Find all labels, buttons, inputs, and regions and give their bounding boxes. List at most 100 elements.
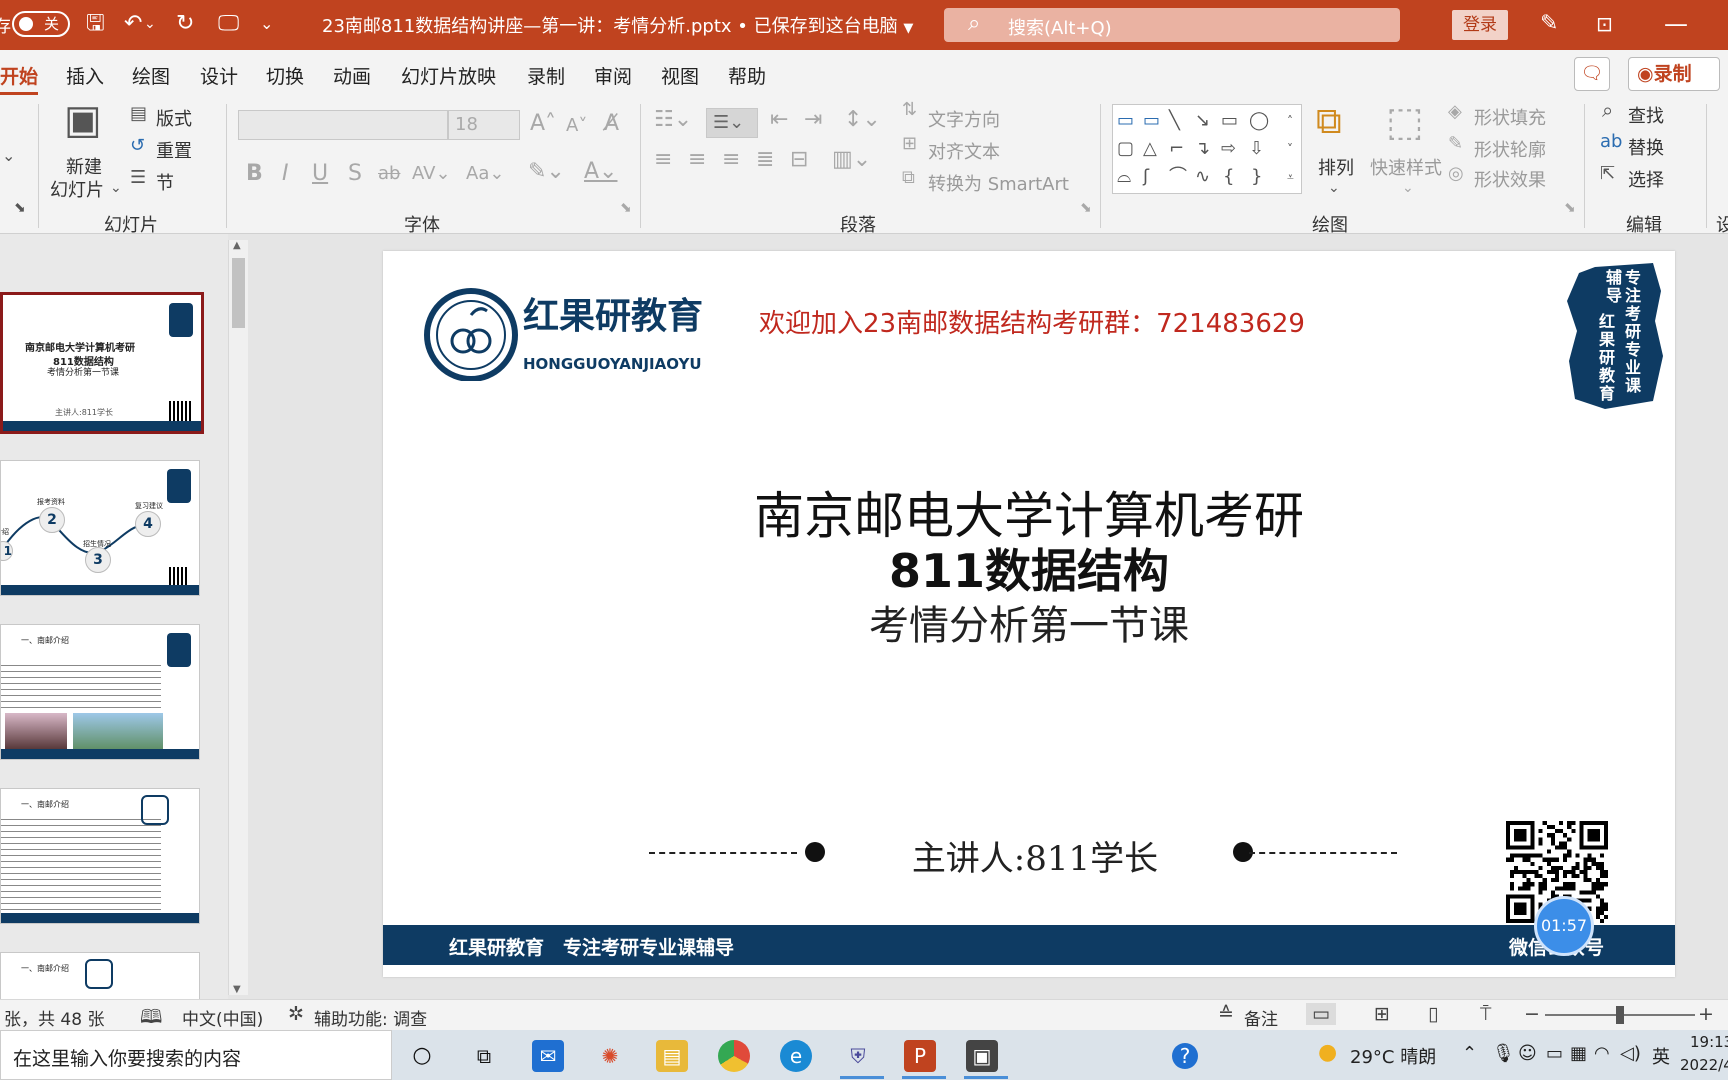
gallery-up-icon[interactable]: ˄ (1287, 109, 1293, 133)
scribble-icon[interactable]: ʃ (1143, 165, 1149, 189)
tab-slideshow[interactable]: 幻灯片放映 (401, 62, 496, 89)
font-size-dropdown[interactable]: 18 (448, 110, 520, 140)
recording-timer[interactable]: 01:57 (1534, 896, 1594, 956)
line-spacing-icon[interactable]: ↕⌄ (844, 108, 881, 132)
italic-icon[interactable]: I (282, 162, 289, 186)
record-button[interactable]: ◉录制 (1628, 57, 1720, 91)
ribbon-display-icon[interactable]: ⊡ (1596, 10, 1613, 38)
customize-toolbar-icon[interactable]: ⌄ (260, 10, 273, 38)
new-slide-dropdown-icon[interactable]: ⌄ (110, 176, 122, 200)
accessibility-status[interactable]: 辅助功能: 调查 (314, 1005, 427, 1030)
scrollbar-thumb[interactable] (232, 258, 245, 328)
align-right-icon[interactable]: ≡ (722, 148, 740, 172)
thumbnails-scrollbar[interactable]: ▲ ▼ (228, 240, 248, 995)
char-spacing-icon[interactable]: AV⌄ (412, 162, 451, 186)
weather-text[interactable]: 29°C 晴朗 (1350, 1043, 1436, 1069)
clear-formatting-icon[interactable]: A̸ (604, 112, 619, 136)
taskbar-search[interactable]: 在这里输入你要搜索的内容 (0, 1030, 392, 1080)
select-button[interactable]: 选择 (1628, 166, 1664, 192)
slide-thumbnail-1[interactable]: 南京邮电大学计算机考研 811数据结构 考情分析第一节课 主讲人:811学长 (0, 292, 204, 434)
reading-view-icon[interactable]: ▯ (1428, 1003, 1438, 1025)
arc-icon[interactable]: ⌒ (1169, 165, 1187, 189)
bullets-icon[interactable]: ☷⌄ (654, 108, 692, 132)
login-button[interactable]: 登录 (1452, 10, 1508, 40)
undo-dropdown-icon[interactable]: ⌄ (144, 10, 156, 38)
section-button[interactable]: 节 (156, 169, 174, 195)
volume-icon[interactable]: ◁) (1620, 1043, 1641, 1064)
app-tray-icon[interactable]: ▦ (1570, 1043, 1587, 1064)
zoom-slider-knob[interactable] (1616, 1006, 1624, 1024)
shapes-gallery[interactable]: ▭ ▭ ╲ ↘ ▭ ◯ ▢ △ ⌐ ↴ ⇨ ⇩ ⌓ ʃ ⌒ ∿ { } ˄ ˅ … (1112, 104, 1302, 194)
slide-sorter-icon[interactable]: ⊞ (1374, 1003, 1390, 1025)
arrow-line-icon[interactable]: ↘ (1195, 109, 1210, 133)
shape-effects-button[interactable]: 形状效果 (1474, 166, 1546, 192)
gallery-more-icon[interactable]: ⩡ (1287, 165, 1294, 189)
arrange-dropdown-icon[interactable]: ⌄ (1328, 176, 1340, 200)
text-direction-button[interactable]: 文字方向 (928, 106, 1000, 132)
vertical-textbox-icon[interactable]: ▭ (1143, 109, 1160, 133)
right-brace-icon[interactable]: } (1251, 165, 1262, 189)
slide-thumbnail-4[interactable]: 一、南邮介绍 (0, 788, 200, 924)
left-brace-icon[interactable]: { (1223, 165, 1234, 189)
line-icon[interactable]: ╲ (1169, 109, 1180, 133)
tab-review[interactable]: 审阅 (594, 62, 632, 89)
notes-button[interactable]: 备注 (1244, 1005, 1278, 1030)
increase-font-icon[interactable]: A˄ (530, 112, 556, 136)
increase-indent-icon[interactable]: ⇥ (804, 108, 822, 132)
shape-fill-button[interactable]: 形状填充 (1474, 104, 1546, 130)
network-icon[interactable]: ◠ (1594, 1043, 1610, 1064)
present-icon[interactable]: 🖵 (218, 10, 239, 38)
task-view-icon[interactable]: ⧉ (468, 1040, 500, 1072)
tab-insert[interactable]: 插入 (66, 62, 104, 89)
edge-icon[interactable]: e (780, 1040, 812, 1072)
find-button[interactable]: 查找 (1628, 102, 1664, 128)
oval-icon[interactable]: ◯ (1249, 109, 1269, 133)
pen-icon[interactable]: ✎ (1540, 10, 1558, 38)
align-text-button[interactable]: 对齐文本 (928, 138, 1000, 164)
freeform-icon[interactable]: ⌓ (1117, 165, 1131, 189)
cortana-icon[interactable]: ○ (406, 1040, 438, 1072)
tray-overflow-icon[interactable]: ⌃ (1462, 1043, 1477, 1064)
shadow-icon[interactable]: S (348, 162, 362, 186)
triangle-icon[interactable]: △ (1143, 137, 1157, 161)
zoom-in-icon[interactable]: + (1698, 1003, 1714, 1025)
slide-thumbnails-pane[interactable]: 南京邮电大学计算机考研 811数据结构 考情分析第一节课 主讲人:811学长 2… (0, 234, 228, 999)
language-indicator[interactable]: 中文(中国) (182, 1005, 263, 1030)
underline-icon[interactable]: U (312, 162, 328, 186)
slide-thumbnail-3[interactable]: 一、南邮介绍 (0, 624, 200, 760)
new-slide-button-line2[interactable]: 幻灯片 (50, 176, 104, 202)
font-color-icon[interactable]: A⌄ (584, 160, 617, 184)
minimize-icon[interactable]: — (1664, 10, 1688, 38)
tab-record[interactable]: 录制 (527, 62, 565, 89)
gallery-down-icon[interactable]: ˅ (1287, 137, 1293, 161)
justify-icon[interactable]: ≣ (756, 148, 774, 172)
normal-view-icon[interactable]: ▭ (1306, 1003, 1336, 1025)
help-icon[interactable]: ? (1172, 1043, 1198, 1069)
document-title[interactable]: 23南邮811数据结构讲座—第一讲：考情分析.pptx • 已保存到这台电脑 ▼ (322, 12, 913, 38)
distribute-icon[interactable]: ⊟ (790, 148, 808, 172)
slide-thumbnail-2[interactable]: 2 3 4 1 报考资料 招生情况 复习建议 介绍 (0, 460, 200, 596)
powerpoint-icon[interactable]: P (904, 1040, 936, 1072)
clock-time[interactable]: 19:13 (1690, 1033, 1728, 1051)
search-box[interactable]: ⌕ 搜索(Alt+Q) (944, 8, 1400, 42)
numbering-icon[interactable]: ☰⌄ (706, 108, 758, 138)
align-left-icon[interactable]: ≡ (654, 148, 672, 172)
elbow-connector-icon[interactable]: ⌐ (1169, 137, 1184, 161)
highlight-icon[interactable]: ✎⌄ (528, 160, 565, 184)
paragraph-launcher-icon[interactable]: ⬊ (1080, 196, 1092, 220)
slide-thumbnail-5[interactable]: 一、南邮介绍 (0, 952, 200, 999)
layout-button[interactable]: 版式 (156, 105, 192, 131)
replace-button[interactable]: 替换 (1628, 134, 1664, 160)
tab-design[interactable]: 设计 (200, 62, 238, 89)
slide-canvas[interactable]: 红果研教育 HONGGUOYANJIAOYU 欢迎加入23南邮数据结构考研群：7… (383, 251, 1675, 977)
rounded-rect-icon[interactable]: ▢ (1117, 137, 1134, 161)
file-explorer-icon[interactable]: ▤ (656, 1040, 688, 1072)
autosave-toggle[interactable]: 关 (12, 11, 70, 37)
scroll-down-icon[interactable]: ▼ (233, 984, 241, 995)
rectangle-icon[interactable]: ▭ (1221, 109, 1238, 133)
chrome-icon[interactable] (718, 1040, 750, 1072)
tab-help[interactable]: 帮助 (728, 62, 766, 89)
tab-transitions[interactable]: 切换 (266, 62, 304, 89)
clock-date[interactable]: 2022/4 (1680, 1056, 1728, 1074)
drawing-launcher-icon[interactable]: ⬊ (1564, 196, 1576, 220)
